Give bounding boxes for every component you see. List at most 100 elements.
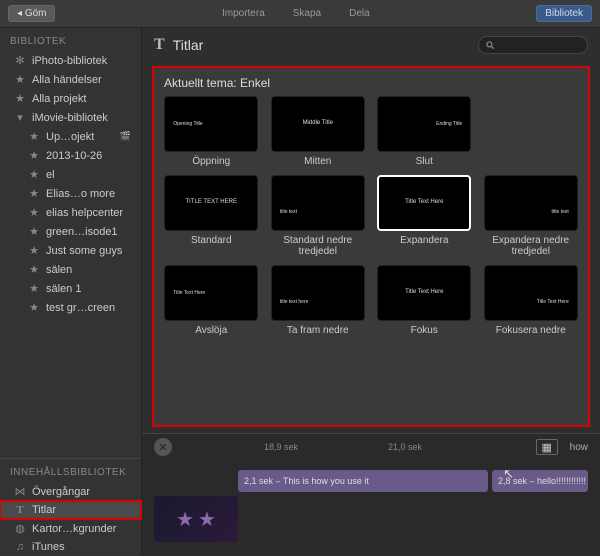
sidebar-item[interactable]: ▾ iMovie-bibliotek bbox=[0, 108, 141, 127]
sidebar-item-label: Alla händelser bbox=[32, 74, 102, 86]
back-icon: ◂ bbox=[17, 8, 25, 19]
title-tile[interactable]: Title Text HereFokus bbox=[377, 265, 472, 336]
title-thumb: Ending Title bbox=[377, 96, 471, 152]
library-list: ✻iPhoto-bibliotek★Alla händelser★Alla pr… bbox=[0, 51, 141, 458]
sidebar-item[interactable]: ★ sälen 1 bbox=[0, 279, 141, 298]
title-tile[interactable]: title text Expandera nedre tredjedel bbox=[484, 175, 579, 257]
title-tile[interactable]: TITLE TEXT HEREStandard bbox=[164, 175, 259, 257]
title-tile-label: Avslöja bbox=[195, 325, 227, 336]
sidebar-item[interactable]: ★ test gr…creen bbox=[0, 298, 141, 317]
titles-icon: T bbox=[154, 36, 165, 54]
bowtie-icon: ⋈ bbox=[14, 485, 26, 498]
cursor-icon: ↖ bbox=[503, 466, 514, 482]
title-tile[interactable]: Title Text Here Fokusera nedre bbox=[484, 265, 579, 336]
time-mark: 18,9 sek bbox=[264, 442, 298, 452]
share-button[interactable]: Dela bbox=[349, 8, 370, 19]
import-button[interactable]: Importera bbox=[222, 8, 265, 19]
title-thumb: title text bbox=[484, 175, 578, 231]
title-thumb: title text here bbox=[271, 265, 365, 321]
titles-panel: Aktuellt tema: Enkel Opening Title Öppnin… bbox=[152, 66, 590, 427]
title-thumb: title text bbox=[271, 175, 365, 231]
title-thumb: Opening Title bbox=[164, 96, 258, 152]
sidebar-item-label: iPhoto-bibliotek bbox=[32, 55, 107, 67]
sidebar-item[interactable]: ★green…isode1 bbox=[0, 222, 141, 241]
search-input[interactable] bbox=[478, 36, 588, 54]
content-area: T Titlar Aktuellt tema: Enkel Opening Ti… bbox=[142, 28, 600, 556]
sidebar-item[interactable]: ★el bbox=[0, 165, 141, 184]
sidebar-item-label: sälen bbox=[46, 264, 72, 276]
title-tile-label: Expandera nedre tredjedel bbox=[484, 235, 579, 257]
hide-button[interactable]: ◂ Göm bbox=[8, 5, 55, 22]
star-icon: ★ bbox=[28, 225, 40, 238]
globe-icon: ◍ bbox=[14, 522, 26, 535]
theme-label: Aktuellt tema: Enkel bbox=[164, 76, 578, 90]
sidebar-item-label: Elias…o more bbox=[46, 188, 115, 200]
title-clip[interactable]: 2,1 sek – This is how you use it bbox=[238, 470, 488, 492]
title-tile[interactable]: Opening Title Öppning bbox=[164, 96, 259, 167]
grid-view-icon[interactable]: ▦ bbox=[536, 439, 558, 455]
timeline[interactable]: 2,1 sek – This is how you use it 2,8 sek… bbox=[142, 460, 600, 556]
sidebar-item[interactable]: ★ Elias…o more bbox=[0, 184, 141, 203]
sidebar-item-label: Just some guys bbox=[46, 245, 122, 257]
library-section-header: BIBLIOTEK bbox=[0, 28, 141, 51]
title-tile[interactable]: Middle TitleMitten bbox=[271, 96, 366, 167]
sidebar-item-label: 2013-10-26 bbox=[46, 150, 102, 162]
titles-grid: Opening Title Öppning Middle TitleMittenEn… bbox=[164, 96, 578, 336]
sidebar-item[interactable]: ★sälen bbox=[0, 260, 141, 279]
star-icon: ★ bbox=[28, 187, 40, 200]
sidebar-item[interactable]: ★ Alla händelser bbox=[0, 70, 141, 89]
title-tile-label: Fokusera nedre bbox=[496, 325, 566, 336]
star-icon: ★ bbox=[14, 73, 26, 86]
video-clip[interactable]: ★ ★ bbox=[154, 496, 238, 542]
note-icon: ♫ bbox=[14, 541, 26, 553]
title-tile[interactable]: Ending Title Slut bbox=[377, 96, 472, 167]
content-lib-label: iTunes bbox=[32, 541, 65, 553]
star-icon: ★ bbox=[198, 507, 216, 532]
T-icon: T bbox=[14, 504, 26, 516]
sidebar-item[interactable]: ✻iPhoto-bibliotek bbox=[0, 51, 141, 70]
how-label: how bbox=[570, 442, 588, 453]
content-lib-label: Kartor…kgrunder bbox=[32, 523, 116, 535]
title-tile[interactable]: Title Text Here Avslöja bbox=[164, 265, 259, 336]
content-lib-item[interactable]: ◍ Kartor…kgrunder bbox=[0, 519, 141, 538]
title-tile[interactable]: title textStandard nedre tredjedel bbox=[271, 175, 366, 257]
sidebar: BIBLIOTEK ✻iPhoto-bibliotek ★ Alla händels… bbox=[0, 28, 142, 556]
toolbar: ◂ Göm Importera Skapa Dela Bibliotek bbox=[0, 0, 600, 28]
sidebar-item-label: sälen 1 bbox=[46, 283, 81, 295]
title-tile-label: Mitten bbox=[304, 156, 331, 167]
title-thumb: Title Text Here bbox=[484, 265, 578, 321]
sidebar-item[interactable]: ★Just some guys bbox=[0, 241, 141, 260]
create-button[interactable]: Skapa bbox=[293, 8, 321, 19]
sidebar-item-label: iMovie-bibliotek bbox=[32, 112, 108, 124]
content-lib-item[interactable]: ♫ iTunes bbox=[0, 538, 141, 556]
star-icon: ★ bbox=[28, 168, 40, 181]
content-lib-label: Titlar bbox=[32, 504, 56, 516]
timeline-header: ✕ 18,9 sek 21,0 sek ▦ how bbox=[142, 433, 600, 460]
sidebar-item[interactable]: ★elias helpcenter bbox=[0, 203, 141, 222]
content-lib-item[interactable]: ⋈Övergångar bbox=[0, 482, 141, 501]
title-tile[interactable]: Title Text Here Expandera bbox=[377, 175, 472, 257]
title-thumb: Title Text Here bbox=[164, 265, 258, 321]
library-button[interactable]: Bibliotek bbox=[536, 5, 592, 22]
panel-title: Titlar bbox=[173, 37, 470, 53]
sidebar-item[interactable]: ★2013-10-26 bbox=[0, 146, 141, 165]
sidebar-item[interactable]: ★Alla projekt bbox=[0, 89, 141, 108]
title-tile-label: Ta fram nedre bbox=[287, 325, 349, 336]
star-icon: ★ bbox=[176, 507, 194, 532]
tri-down-icon: ▾ bbox=[14, 111, 26, 124]
sidebar-item-label: elias helpcenter bbox=[46, 207, 123, 219]
title-tile-label: Öppning bbox=[192, 156, 230, 167]
title-tile-label: Expandera bbox=[400, 235, 448, 246]
close-icon[interactable]: ✕ bbox=[154, 438, 172, 456]
title-tile-label: Slut bbox=[416, 156, 433, 167]
time-mark: 21,0 sek bbox=[388, 442, 422, 452]
star-icon: ★ bbox=[28, 282, 40, 295]
star-icon: ★ bbox=[28, 130, 40, 143]
sidebar-item-label: test gr…creen bbox=[46, 302, 115, 314]
title-thumb: Title Text Here bbox=[377, 175, 471, 231]
sidebar-item[interactable]: ★Up…ojekt🎬 bbox=[0, 127, 141, 146]
content-lib-item[interactable]: T Titlar bbox=[0, 501, 141, 519]
sidebar-item-label: Alla projekt bbox=[32, 93, 86, 105]
title-tile[interactable]: title text here Ta fram nedre bbox=[271, 265, 366, 336]
star-icon: ★ bbox=[28, 301, 40, 314]
